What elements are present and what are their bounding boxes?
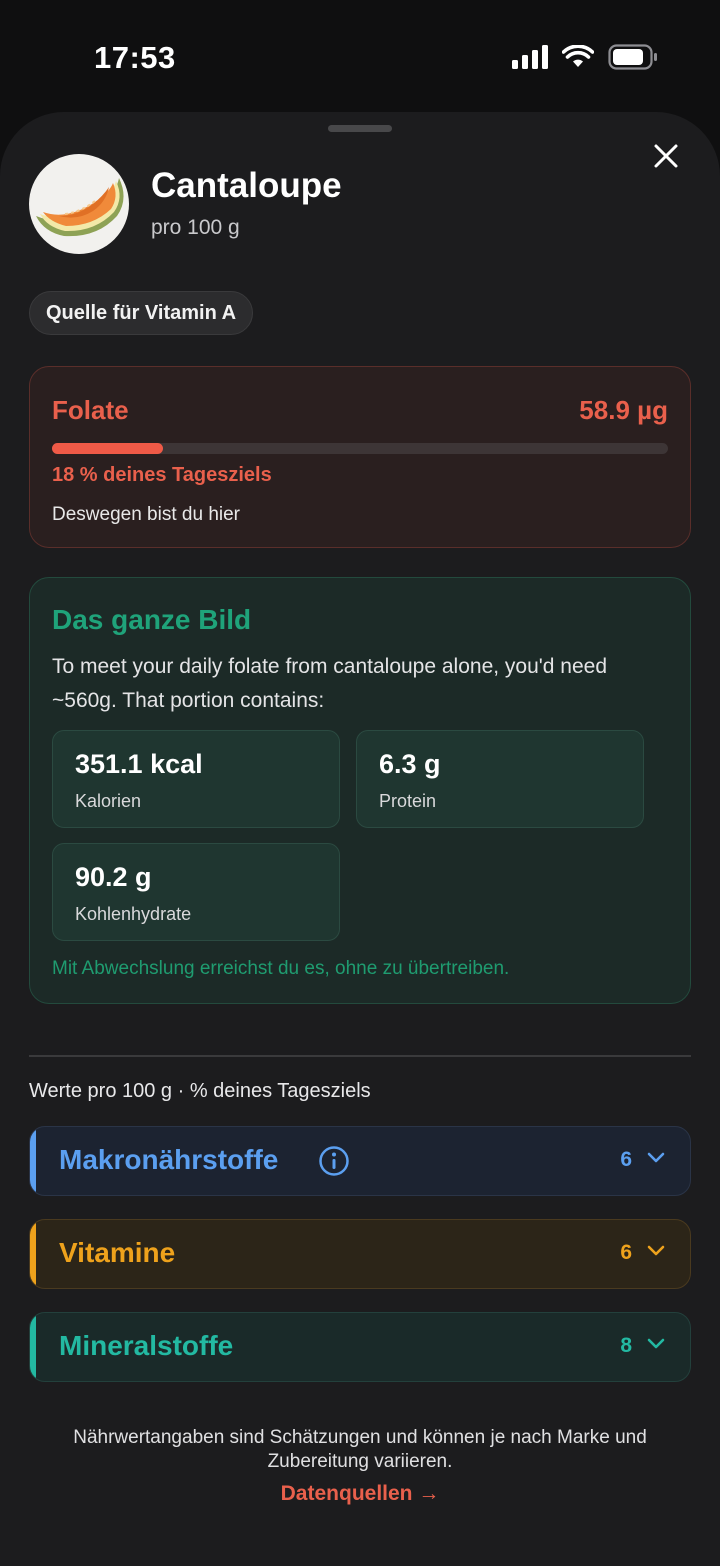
data-sources-link[interactable]: Datenquellen → [0,1482,720,1506]
status-time: 17:53 [94,40,176,75]
close-button[interactable] [646,136,686,176]
stat-label: Kalorien [75,791,142,811]
stat-label: Protein [379,791,437,811]
status-bar: 17:53 [0,0,720,110]
stat-carbohydrates: 90.2 g Kohlenhydrate [52,843,340,941]
stat-value: 90.2 g [75,862,152,892]
food-detail-sheet: Cantaloupe pro 100 g Quelle für Vitamin … [0,112,720,1566]
wifi-icon [562,45,594,67]
big-picture-footer: Mit Abwechslung erreichst du es, ohne zu… [52,958,510,979]
chevron-down-icon [647,1245,665,1256]
food-name: Cantaloupe [151,166,342,205]
cellular-signal-icon [512,45,548,69]
stat-label: Kohlenhydrate [75,904,192,924]
values-caption: Werte pro 100 g · % deines Tagesziels [29,1080,371,1102]
section-label: Makronährstoffe [59,1144,279,1175]
section-divider [29,1055,691,1057]
stat-value: 351.1 kcal [75,749,203,779]
focus-reason-note: Deswegen bist du hier [52,504,240,525]
food-image [29,154,129,254]
section-count: 8 [620,1334,632,1357]
section-accent-bar [30,1313,36,1381]
daily-goal-percent: 18 % deines Tagesziels [52,464,272,486]
stat-calories: 351.1 kcal Kalorien [52,730,340,828]
cantaloupe-slice-icon [36,178,124,237]
disclaimer-text: Nährwertangaben sind Schätzungen und kön… [73,1427,647,1472]
section-count: 6 [620,1148,632,1171]
daily-goal-progress-fill [52,443,163,454]
section-minerals[interactable]: Mineralstoffe 8 [29,1312,691,1382]
big-picture-description: To meet your daily folate from cantaloup… [52,655,608,712]
close-icon [654,144,678,168]
section-label: Mineralstoffe [59,1330,234,1361]
status-icons [512,44,658,70]
daily-goal-progress-bar [52,443,668,454]
big-picture-title: Das ganze Bild [52,604,252,635]
battery-icon [608,44,657,70]
big-picture-card: Das ganze Bild To meet your daily folate… [29,577,691,1004]
focus-nutrient-card: Folate 58.9 µg 18 % deines Tagesziels De… [29,366,691,548]
section-vitamins[interactable]: Vitamine 6 [29,1219,691,1289]
focus-nutrient-name: Folate [52,395,129,425]
focus-nutrient-value: 58.9 µg [579,395,668,425]
section-accent-bar [30,1220,36,1288]
section-label: Vitamine [59,1237,176,1268]
source-chip: Quelle für Vitamin A [29,291,254,335]
info-icon[interactable] [318,1145,350,1177]
stat-value: 6.3 g [379,749,441,779]
section-count: 6 [620,1241,632,1264]
chevron-down-icon [647,1152,665,1163]
stat-protein: 6.3 g Protein [356,730,644,828]
section-accent-bar [30,1127,36,1195]
chevron-down-icon [647,1338,665,1349]
food-serving: pro 100 g [151,216,240,239]
section-macronutrients[interactable]: Makronährstoffe 6 [29,1126,691,1196]
sheet-grabber[interactable] [328,125,392,132]
